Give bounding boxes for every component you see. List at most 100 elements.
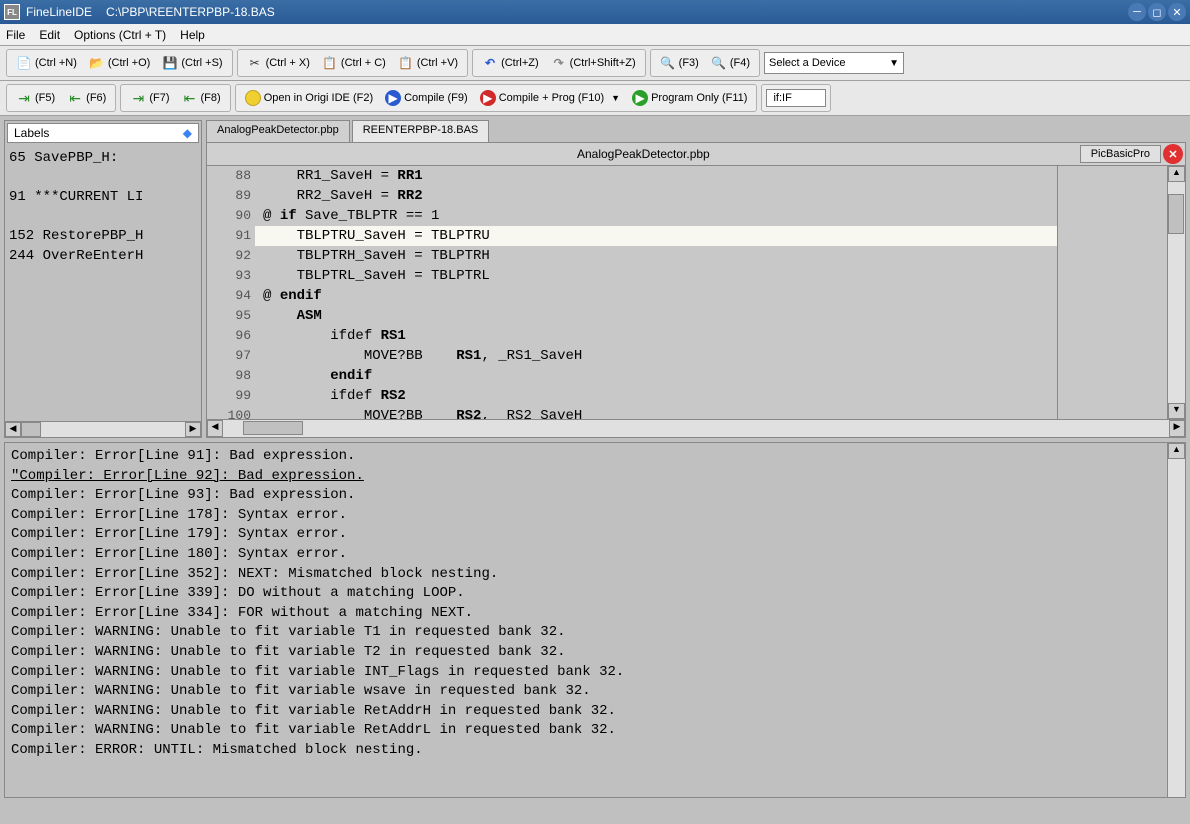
output-line[interactable]: Compiler: WARNING: Unable to fit variabl… [11,702,1161,722]
code-line[interactable]: endif [255,366,1057,386]
output-line[interactable]: Compiler: WARNING: Unable to fit variabl… [11,682,1161,702]
f5-button[interactable]: ⇥(F5) [11,88,60,108]
find-button[interactable]: 🔍(F3) [655,53,704,73]
labels-dropdown[interactable]: Labels ◆ [7,123,199,143]
label-item[interactable] [9,208,197,228]
output-line[interactable]: Compiler: Error[Line 178]: Syntax error. [11,506,1161,526]
labels-panel: Labels ◆ 65 SavePBP_H: 91 ***CURRENT LI … [4,120,202,438]
output-line[interactable]: Compiler: Error[Line 352]: NEXT: Mismatc… [11,565,1161,585]
menu-edit[interactable]: Edit [39,28,60,42]
scroll-up-icon[interactable]: ▲ [1168,166,1185,182]
line-gutter: 888990919293949596979899100 [207,166,255,419]
output-line[interactable]: Compiler: ERROR: UNTIL: Mismatched block… [11,741,1161,761]
code-line[interactable]: TBLPTRH_SaveH = TBLPTRH [255,246,1057,266]
tab-analog[interactable]: AnalogPeakDetector.pbp [206,120,350,142]
code-line[interactable]: @ endif [255,286,1057,306]
editor-tabs: AnalogPeakDetector.pbp REENTERPBP-18.BAS [206,120,1186,142]
code-line[interactable]: ASM [255,306,1057,326]
cut-button[interactable]: ✂(Ctrl + X) [242,53,315,73]
output-line[interactable]: Compiler: WARNING: Unable to fit variabl… [11,643,1161,663]
line-number: 90 [207,206,251,226]
code-line[interactable]: TBLPTRU_SaveH = TBLPTRU [255,226,1057,246]
minimize-button[interactable]: ─ [1128,3,1146,21]
editor-vscroll[interactable]: ▲ ▼ [1167,166,1185,419]
file-path: C:\PBP\REENTERPBP-18.BAS [106,5,275,19]
output-line[interactable]: Compiler: Error[Line 180]: Syntax error. [11,545,1161,565]
labels-list[interactable]: 65 SavePBP_H: 91 ***CURRENT LI 152 Resto… [5,145,201,421]
f8-button[interactable]: ⇤(F8) [177,88,226,108]
code-area[interactable]: 888990919293949596979899100 RR1_SaveH = … [206,166,1186,420]
toolbar-row-2: ⇥(F5) ⇤(F6) ⇥(F7) ⇤(F8) Open in Origi ID… [0,81,1190,116]
hscroll-left-icon[interactable]: ◀ [207,420,223,437]
label-item[interactable]: 65 SavePBP_H: [9,149,197,169]
redo-button[interactable]: ↷(Ctrl+Shift+Z) [546,53,641,73]
menu-help[interactable]: Help [180,28,205,42]
output-line[interactable]: Compiler: Error[Line 339]: DO without a … [11,584,1161,604]
output-line[interactable]: Compiler: Error[Line 179]: Syntax error. [11,525,1161,545]
code-line[interactable]: ifdef RS2 [255,386,1057,406]
output-line[interactable]: Compiler: WARNING: Unable to fit variabl… [11,663,1161,683]
code-line[interactable]: TBLPTRL_SaveH = TBLPTRL [255,266,1057,286]
line-number: 92 [207,246,251,266]
vscroll-thumb[interactable] [1168,194,1184,234]
magnifier-icon: 🔍 [660,55,676,71]
editor-hscroll[interactable]: ◀ ▶ [206,420,1186,438]
green-play-icon: ▶ [632,90,648,106]
save-button[interactable]: 💾(Ctrl +S) [157,53,227,73]
code-line[interactable]: MOVE?BB RS2, RS2 SaveH [255,406,1057,420]
menu-options[interactable]: Options (Ctrl + T) [74,28,166,42]
hscroll-thumb[interactable] [21,422,41,437]
tab-reenter[interactable]: REENTERPBP-18.BAS [352,120,490,142]
output-scroll-up-icon[interactable]: ▲ [1168,443,1185,459]
code-line[interactable]: RR2_SaveH = RR2 [255,186,1057,206]
compile-prog-button[interactable]: ▶Compile + Prog (F10)▼ [475,88,625,108]
output-line[interactable]: Compiler: Error[Line 334]: FOR without a… [11,604,1161,624]
paste-button[interactable]: 📋(Ctrl +V) [393,53,463,73]
close-window-button[interactable]: ✕ [1168,3,1186,21]
hscroll-right-icon[interactable]: ▶ [1169,420,1185,437]
output-line[interactable]: "Compiler: Error[Line 92]: Bad expressio… [11,467,1161,487]
compiler-output[interactable]: Compiler: Error[Line 91]: Bad expression… [5,443,1167,797]
open-origi-button[interactable]: Open in Origi IDE (F2) [240,88,378,108]
code-line[interactable]: MOVE?BB RS1, _RS1_SaveH [255,346,1057,366]
undo-button[interactable]: ↶(Ctrl+Z) [477,53,544,73]
line-number: 96 [207,326,251,346]
compile-button[interactable]: ▶Compile (F9) [380,88,473,108]
output-line[interactable]: Compiler: WARNING: Unable to fit variabl… [11,721,1161,741]
program-only-button[interactable]: ▶Program Only (F11) [627,88,752,108]
code-content[interactable]: RR1_SaveH = RR1 RR2_SaveH = RR2@ if Save… [255,166,1057,419]
device-select[interactable]: Select a Device ▼ [764,52,904,74]
menu-file[interactable]: File [6,28,25,42]
code-line[interactable]: ifdef RS1 [255,326,1057,346]
label-item[interactable]: 244 OverReEnterH [9,247,197,267]
label-item[interactable]: 91 ***CURRENT LI [9,188,197,208]
output-line[interactable]: Compiler: Error[Line 91]: Bad expression… [11,447,1161,467]
editor-hscroll-thumb[interactable] [243,421,303,435]
line-number: 94 [207,286,251,306]
indent-icon: ⇥ [16,90,32,106]
label-item[interactable] [9,169,197,189]
dropdown-icon[interactable]: ▼ [611,93,620,103]
outdent-icon: ⇤ [67,90,83,106]
scroll-down-icon[interactable]: ▼ [1168,403,1185,419]
scroll-left-icon[interactable]: ◀ [5,422,21,437]
open-button[interactable]: 📂(Ctrl +O) [84,53,155,73]
replace-button[interactable]: 🔍(F4) [706,53,755,73]
output-line[interactable]: Compiler: WARNING: Unable to fit variabl… [11,623,1161,643]
close-tab-button[interactable]: ✕ [1163,144,1183,164]
f7-button[interactable]: ⇥(F7) [125,88,174,108]
output-line[interactable]: Compiler: Error[Line 93]: Bad expression… [11,486,1161,506]
copy-button[interactable]: 📋(Ctrl + C) [317,53,391,73]
label-item[interactable]: 152 RestorePBP_H [9,227,197,247]
new-button[interactable]: 📄(Ctrl +N) [11,53,82,73]
labels-hscroll[interactable]: ◀ ▶ [5,421,201,437]
code-line[interactable]: RR1_SaveH = RR1 [255,166,1057,186]
output-vscroll[interactable]: ▲ [1167,443,1185,797]
f6-button[interactable]: ⇤(F6) [62,88,111,108]
maximize-button[interactable]: ◻ [1148,3,1166,21]
line-number: 100 [207,406,251,420]
scroll-right-icon[interactable]: ▶ [185,422,201,437]
code-line[interactable]: @ if Save_TBLPTR == 1 [255,206,1057,226]
chevron-down-icon: ▼ [889,58,899,69]
blue-play-icon: ▶ [385,90,401,106]
